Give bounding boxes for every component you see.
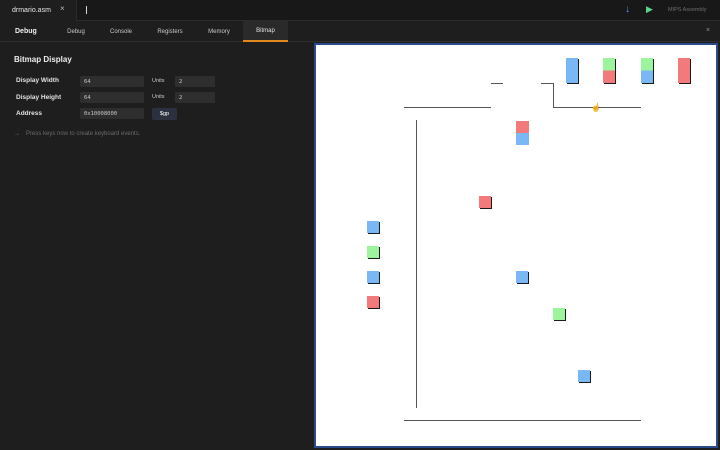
legend-virus-red — [367, 296, 379, 308]
arrow-down-icon[interactable]: ↓ — [625, 4, 630, 15]
virus-red — [479, 196, 491, 208]
preview-pill-1-bottom — [566, 70, 578, 83]
units-label: Units — [152, 78, 165, 84]
bitmap-display[interactable] — [314, 43, 718, 448]
display-width-input[interactable]: 64 — [80, 76, 144, 87]
bottle-top-left-line — [404, 107, 491, 108]
legend-virus-blue — [367, 271, 379, 283]
width-units-input[interactable]: 2 — [175, 76, 215, 87]
height-units-input[interactable]: 2 — [175, 92, 215, 103]
address-input[interactable]: 0x10008000 — [80, 108, 144, 119]
bottle-neck-right-wall — [553, 83, 554, 107]
display-width-label: Display Width — [16, 77, 59, 84]
hand-cursor-icon: ☝ — [591, 103, 601, 112]
preview-pill-4-top — [678, 58, 690, 71]
legend-virus-green — [367, 246, 379, 258]
keyboard-hint: Press keys now to create keyboard events… — [26, 131, 141, 137]
preview-pill-3-bottom — [641, 70, 653, 83]
language-label: MIPS Assembly — [668, 7, 707, 13]
arrow-right-icon: → — [14, 131, 20, 137]
tab-bitmap[interactable]: Bitmap — [243, 21, 288, 42]
file-tab[interactable]: drmario.asm × — [0, 0, 77, 21]
editor-tab-bar: drmario.asm × ↓ ▶ MIPS Assembly — [0, 0, 720, 21]
bottle-left-wall — [416, 120, 417, 408]
preview-pill-2-bottom — [603, 70, 615, 83]
address-label: Address — [16, 110, 43, 117]
debug-navbar: Debug Debug Console Registers Memory Bit… — [0, 21, 720, 42]
display-height-input[interactable]: 64 — [80, 92, 144, 103]
bitmap-canvas[interactable] — [316, 45, 716, 446]
text-cursor — [86, 6, 87, 14]
panel-section-title: Debug — [15, 28, 37, 35]
close-icon[interactable]: × — [706, 27, 710, 34]
close-icon[interactable]: × — [60, 4, 65, 13]
display-height-label: Display Height — [16, 94, 62, 101]
bottle-neck-left-line — [491, 83, 503, 84]
virus-blue — [578, 370, 590, 382]
preview-pill-2-top — [603, 58, 615, 71]
units-label: Units — [152, 94, 165, 100]
play-icon[interactable]: ▶ — [646, 4, 653, 15]
bottle-neck-right-line — [541, 83, 553, 84]
legend-virus-blue — [367, 221, 379, 233]
preview-pill-1-top — [566, 58, 578, 71]
tab-memory[interactable]: Memory — [195, 21, 243, 42]
tab-console[interactable]: Console — [97, 21, 145, 42]
falling-pill-top — [516, 121, 529, 133]
tab-debug[interactable]: Debug — [55, 21, 97, 42]
preview-pill-3-top — [641, 58, 653, 71]
gp-button[interactable]: $gp — [152, 108, 177, 120]
bottle-bottom-line — [404, 420, 641, 421]
virus-green — [553, 308, 565, 320]
virus-blue — [516, 271, 528, 283]
bitmap-display-title: Bitmap Display — [14, 55, 72, 64]
file-tab-name: drmario.asm — [12, 7, 51, 14]
tab-registers[interactable]: Registers — [145, 21, 195, 42]
falling-pill-bottom — [516, 133, 529, 145]
preview-pill-4-bottom — [678, 70, 690, 83]
